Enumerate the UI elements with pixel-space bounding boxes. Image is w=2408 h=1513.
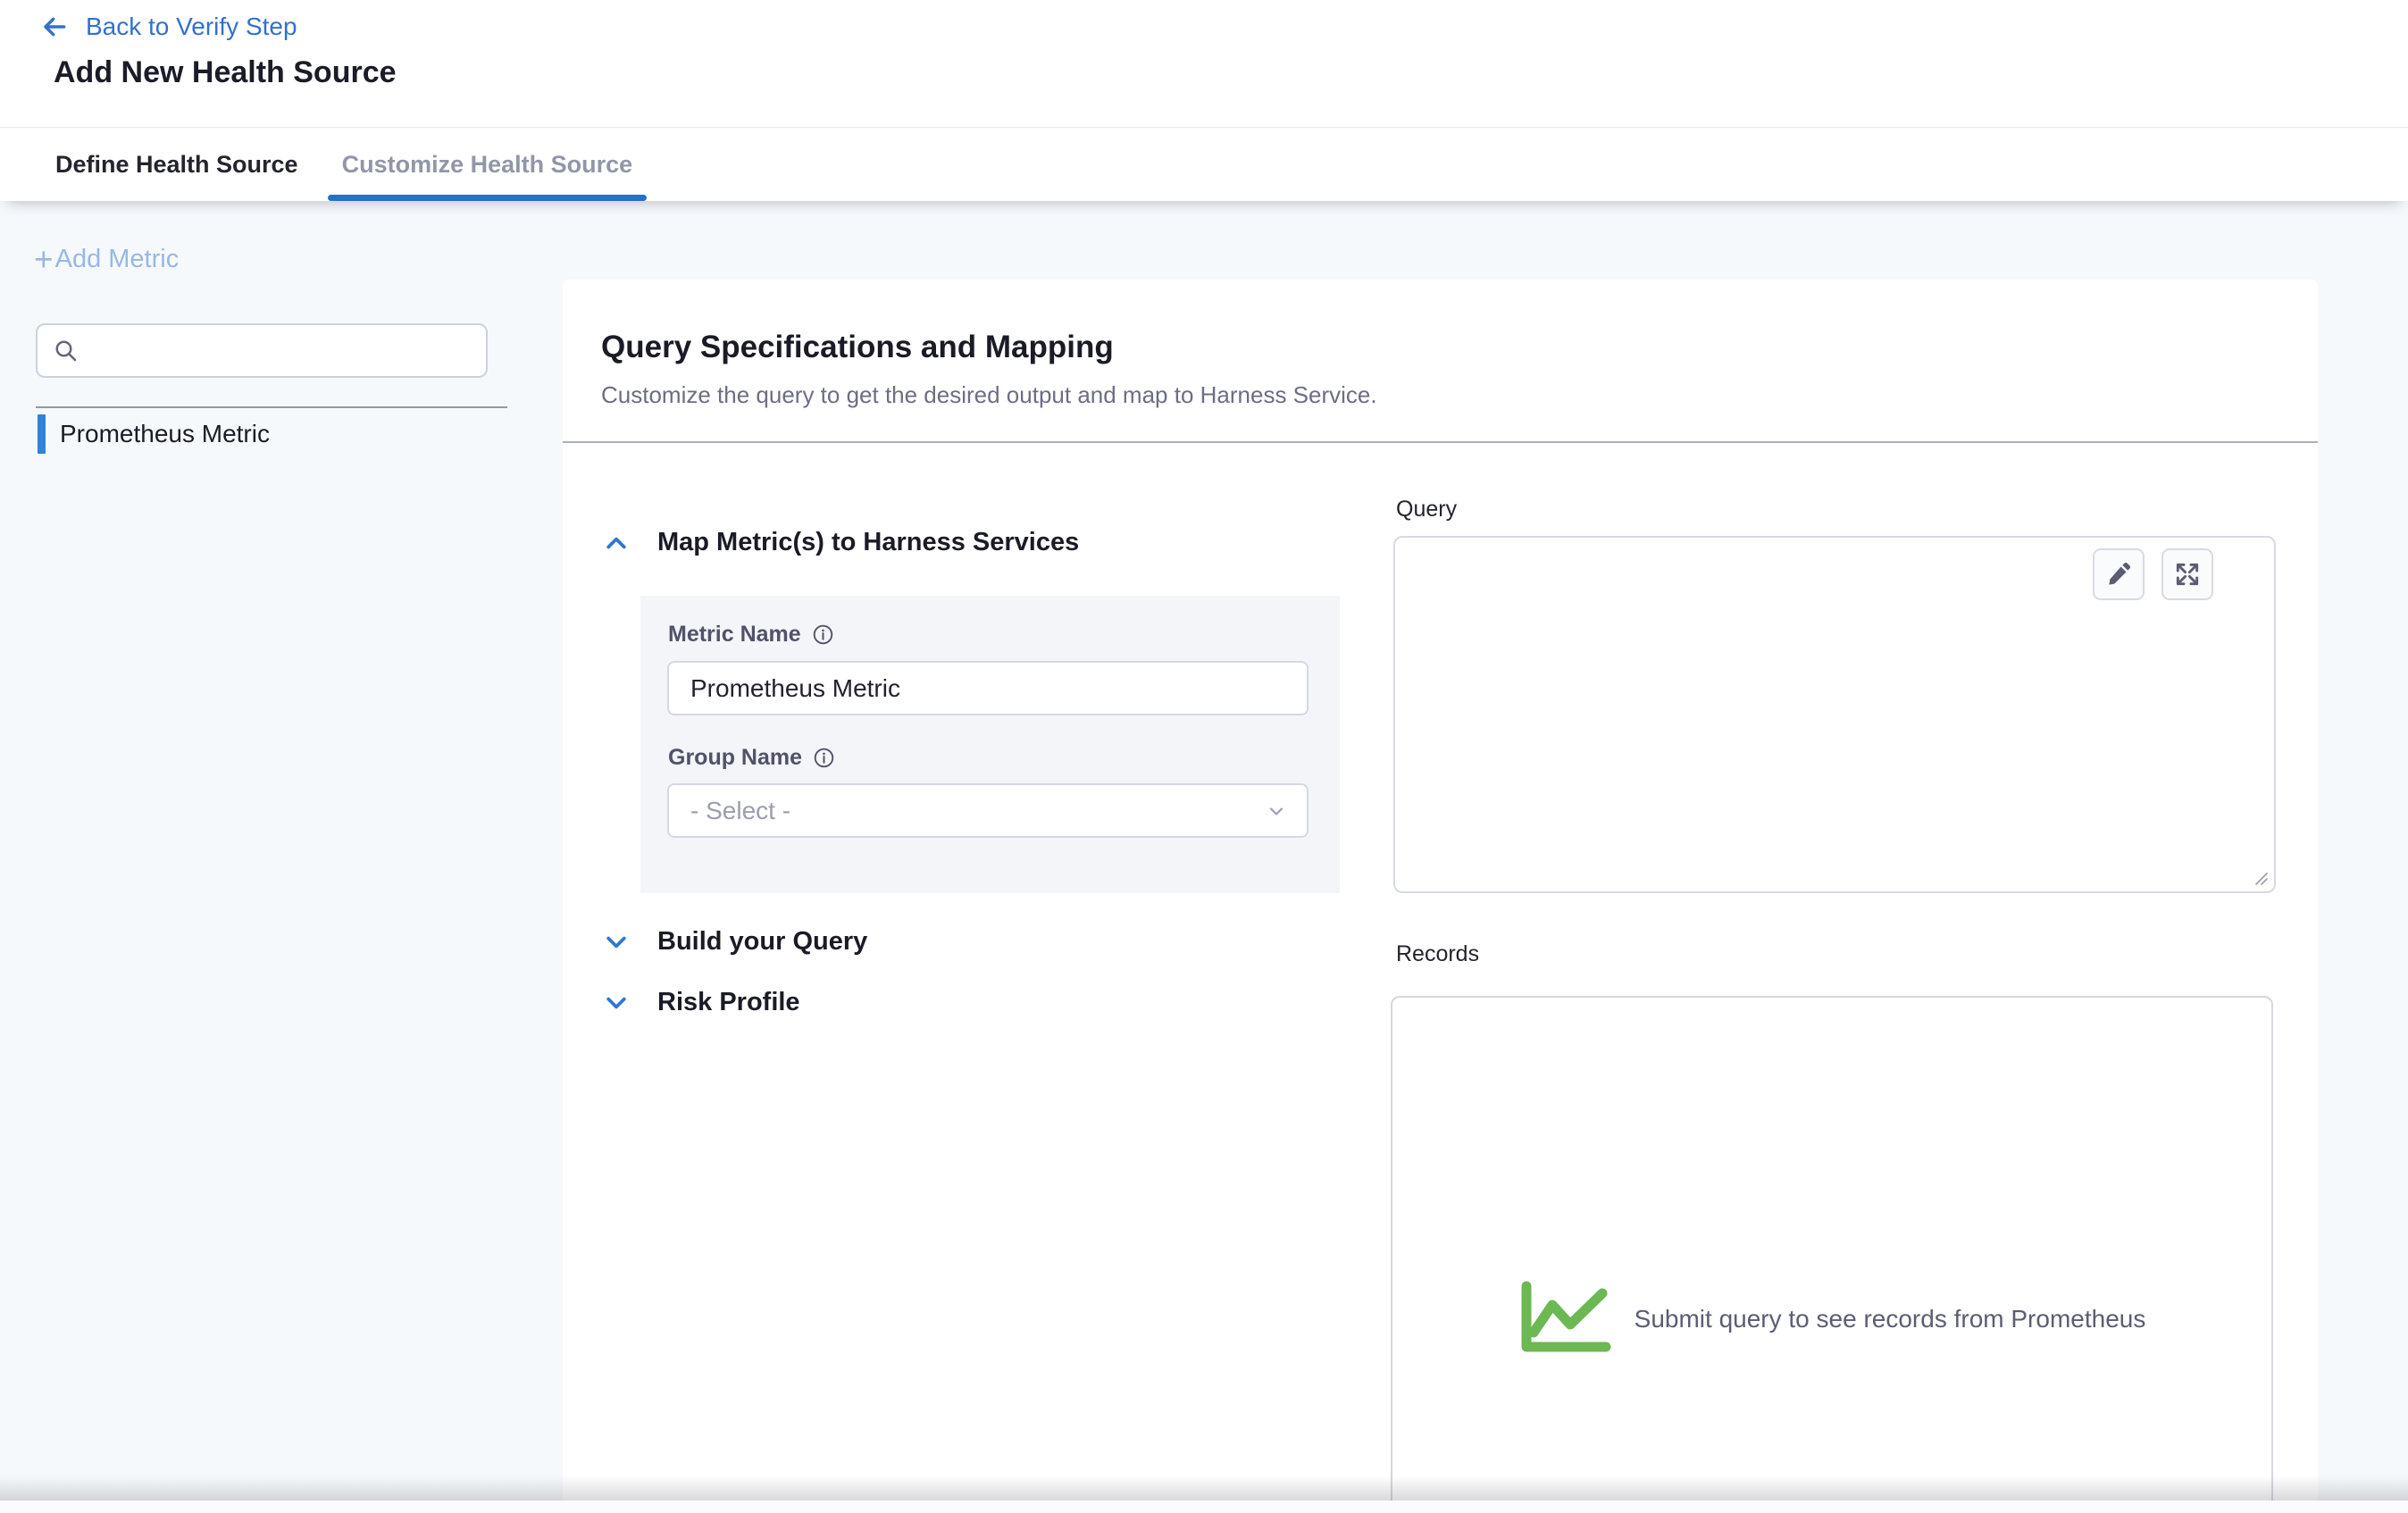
chevron-down-icon [604,993,629,1013]
records-empty-state: Submit query to see records from Prometh… [1392,1280,2271,1358]
info-icon [812,623,834,646]
search-input[interactable] [90,325,473,376]
metric-item-label: Prometheus Metric [60,420,270,448]
resize-handle[interactable] [2253,871,2270,887]
edit-query-button[interactable] [2093,548,2145,600]
section-title: Risk Profile [657,988,800,1017]
section-header-risk-profile[interactable]: Risk Profile [604,988,800,1017]
metric-search-box[interactable] [36,323,488,378]
records-label: Records [1396,941,1479,967]
group-name-select[interactable]: - Select - [667,783,1309,838]
query-editor [1393,536,2276,893]
section-header-build-your-query[interactable]: Build your Query [604,927,867,957]
panel-heading: Query Specifications and Mapping [601,330,1114,365]
footer-strip [0,1500,2408,1513]
panel-subheading: Customize the query to get the desired o… [601,381,1377,409]
tab-bar: Define Health Source Customize Health So… [0,129,2408,201]
info-icon [813,747,835,769]
header: Back to Verify Step Add New Health Sourc… [0,0,2408,128]
chevron-down-icon [1266,800,1287,822]
back-link[interactable]: Back to Verify Step [38,13,297,41]
query-specifications-panel: Query Specifications and Mapping Customi… [563,280,2318,1513]
page-title: Add New Health Source [54,55,397,90]
metric-name-label: Metric Name [668,622,834,648]
chevron-down-icon [604,932,629,952]
back-arrow-icon [38,13,71,41]
line-chart-icon [1518,1280,1611,1358]
expand-query-button[interactable] [2161,548,2213,600]
records-empty-message: Submit query to see records from Prometh… [1635,1305,2146,1333]
tab-define-health-source[interactable]: Define Health Source [54,129,300,201]
plus-icon: + [34,243,54,276]
section-title: Build your Query [657,927,867,957]
metric-name-input[interactable] [667,661,1309,715]
selected-indicator-bar [38,414,46,454]
tab-customize-health-source[interactable]: Customize Health Source [340,129,635,201]
map-metrics-card: Metric Name Group Name - Select - [640,596,1340,893]
section-header-map-metrics[interactable]: Map Metric(s) to Harness Services [604,528,1079,557]
records-panel: Submit query to see records from Prometh… [1391,996,2273,1513]
add-health-source-page: Back to Verify Step Add New Health Sourc… [0,0,2408,1513]
section-title: Map Metric(s) to Harness Services [657,528,1079,557]
fullscreen-icon [2173,560,2202,589]
select-placeholder: - Select - [690,797,790,825]
sidebar-divider [36,406,507,408]
tab-label: Define Health Source [55,151,298,179]
add-metric-button[interactable]: + Add Metric [34,243,179,276]
sidebar-item-prometheus-metric[interactable]: Prometheus Metric [38,414,270,454]
panel-divider [563,441,2318,443]
search-icon [53,338,79,364]
query-label: Query [1396,497,1457,522]
footer-shadow [0,1475,2408,1500]
pencil-icon [2105,561,2132,588]
group-name-label: Group Name [668,745,835,771]
back-link-label: Back to Verify Step [86,13,297,41]
tab-label: Customize Health Source [342,151,633,179]
add-metric-label: Add Metric [55,245,180,274]
chevron-up-icon [604,533,629,553]
